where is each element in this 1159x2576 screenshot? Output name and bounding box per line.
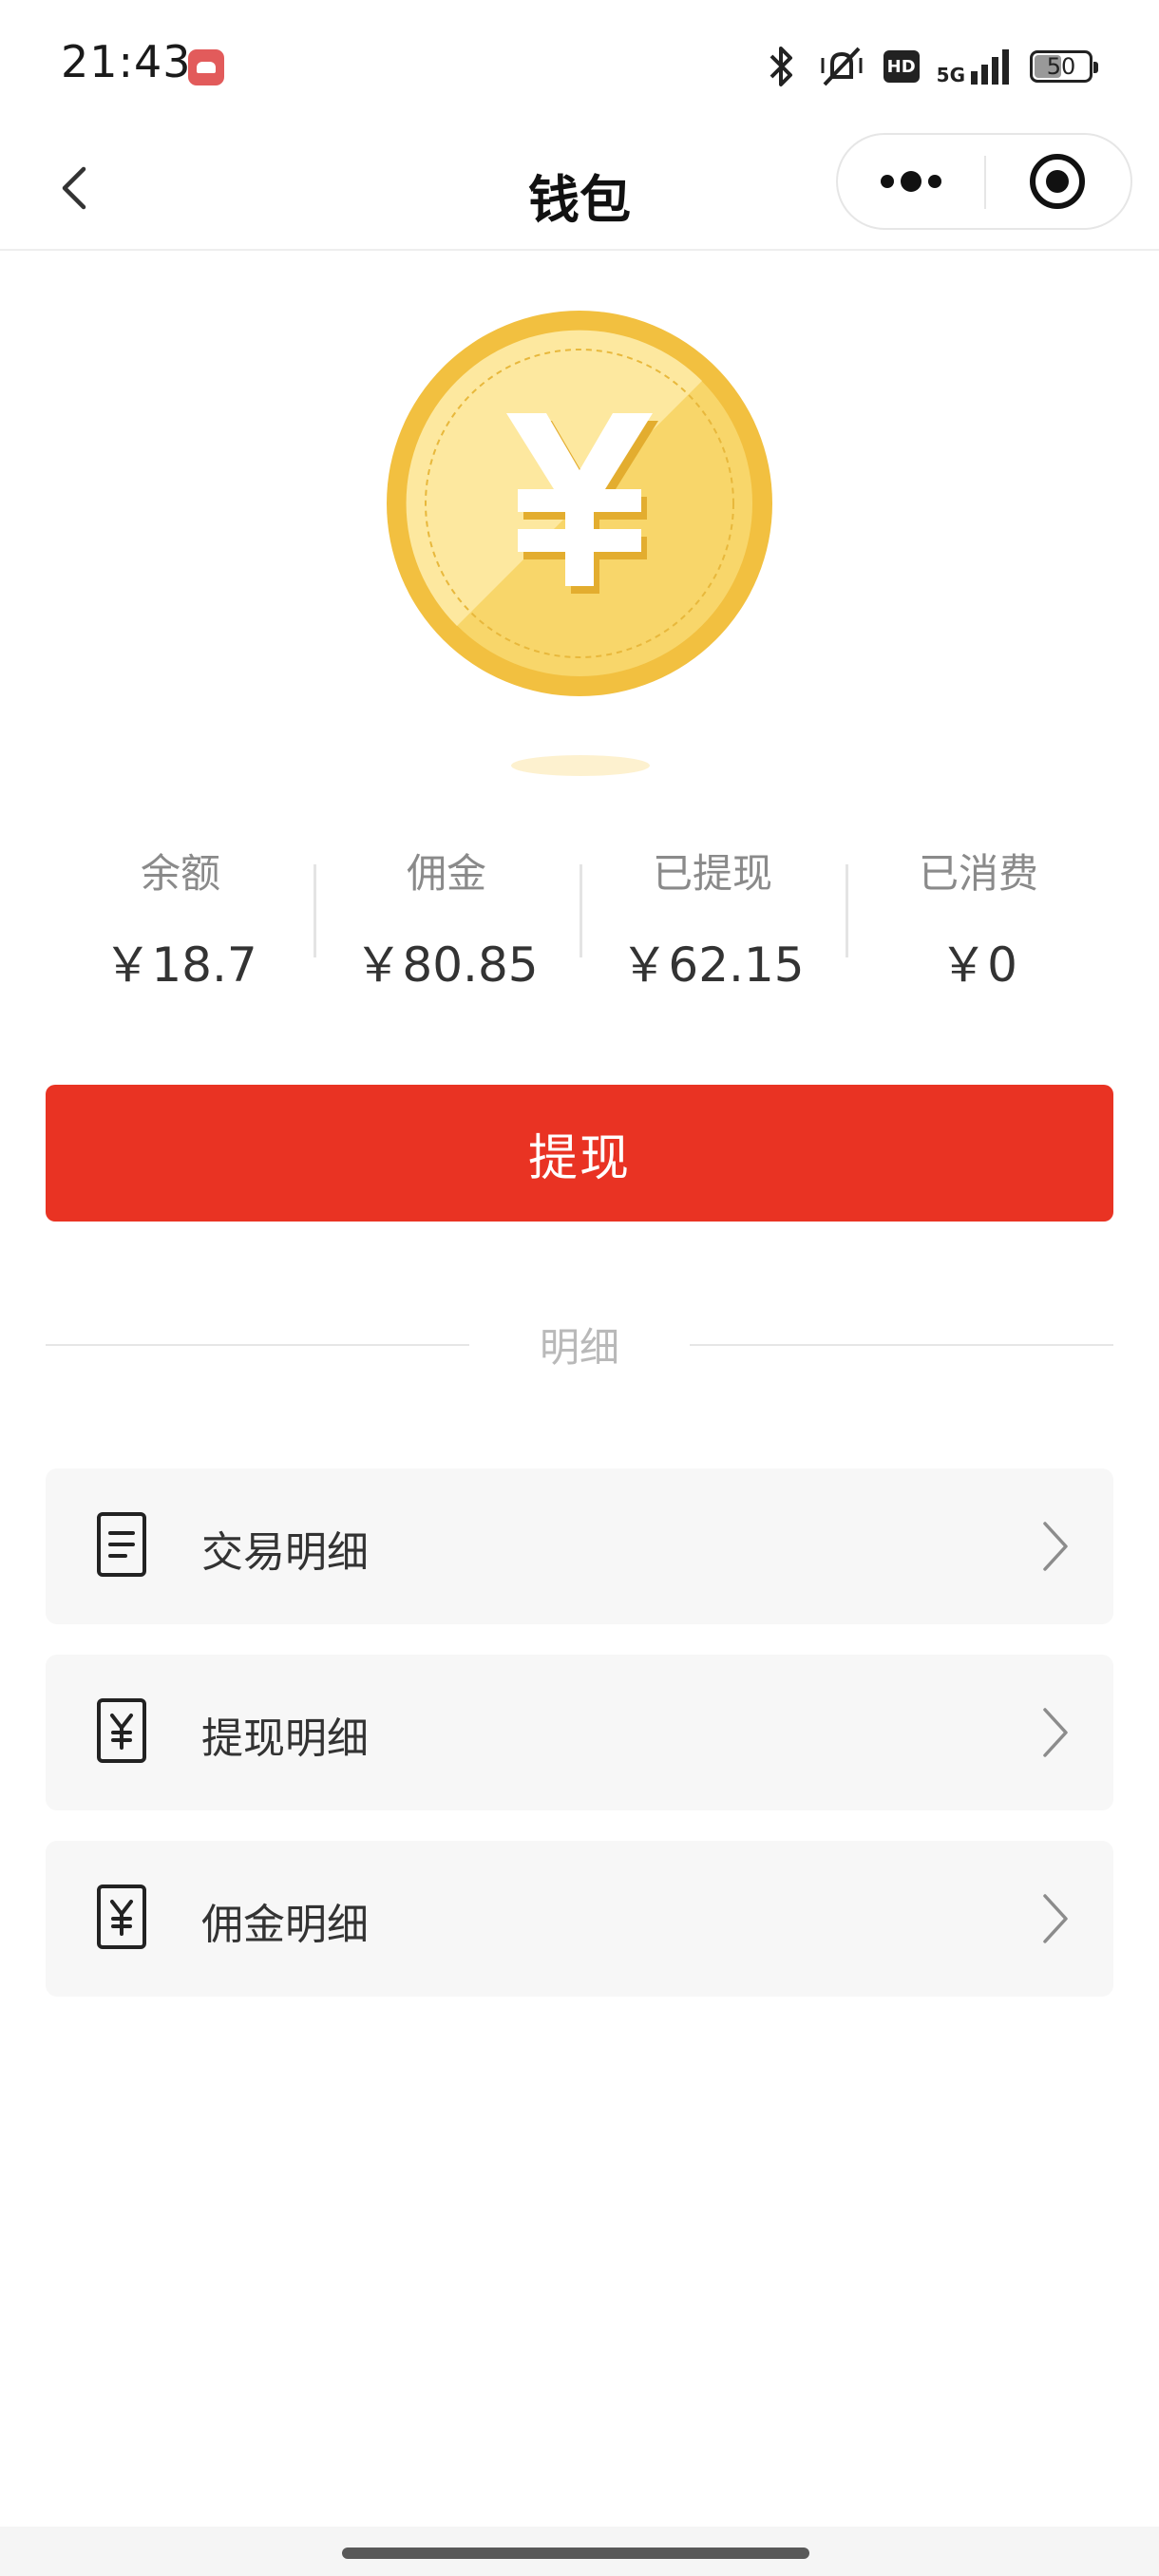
stat-label: 已消费	[918, 850, 1038, 897]
more-icon[interactable]	[838, 135, 985, 228]
status-bar: 21:43 HD 5G 50	[0, 0, 1159, 133]
bluetooth-icon	[770, 47, 792, 86]
stat-value: ￥62.15	[620, 938, 805, 993]
signal-indicator: 5G	[937, 48, 1013, 85]
detail-list: 交易明细 提现明细 佣金明细	[46, 1468, 1113, 2027]
detail-item-commission[interactable]: 佣金明细	[46, 1841, 1113, 1997]
chevron-right-icon	[1043, 1522, 1068, 1571]
detail-label: 提现明细	[201, 1714, 369, 1763]
coin-shadow	[511, 755, 650, 776]
mini-program-capsule	[836, 133, 1132, 230]
battery-indicator: 50	[1030, 50, 1098, 83]
document-icon	[97, 1512, 146, 1577]
app-notification-icon	[188, 49, 224, 85]
yen-receipt-icon	[97, 1885, 146, 1949]
section-divider: 明细	[46, 1316, 1113, 1373]
home-indicator[interactable]	[342, 2548, 809, 2559]
detail-item-transactions[interactable]: 交易明细	[46, 1468, 1113, 1624]
detail-label: 交易明细	[201, 1528, 369, 1577]
mute-vibrate-icon	[821, 47, 863, 86]
chevron-right-icon	[1043, 1708, 1068, 1757]
network-type: 5G	[936, 64, 965, 86]
yen-receipt-icon	[97, 1698, 146, 1763]
stat-label: 余额	[140, 850, 220, 897]
battery-level: 50	[1046, 53, 1076, 80]
close-target-icon[interactable]	[983, 135, 1130, 228]
withdraw-button[interactable]: 提现	[46, 1085, 1113, 1222]
signal-bars-icon	[971, 49, 1009, 85]
stat-commission: 佣金 ￥80.85	[314, 836, 580, 997]
stat-value: ￥80.85	[354, 938, 539, 993]
stat-value: ￥18.7	[104, 938, 257, 993]
hd-badge: HD	[883, 50, 920, 83]
stat-balance: 余额 ￥18.7	[48, 836, 314, 997]
stat-withdrawn: 已提现 ￥62.15	[580, 836, 846, 997]
stat-consumed: 已消费 ￥0	[846, 836, 1112, 997]
nav-bar: 钱包	[0, 133, 1159, 251]
detail-item-withdrawals[interactable]: 提现明细	[46, 1655, 1113, 1810]
status-time: 21:43	[61, 36, 192, 87]
wallet-stats: 余额 ￥18.7 佣金 ￥80.85 已提现 ￥62.15 已消费 ￥0	[48, 836, 1112, 997]
detail-label: 佣金明细	[201, 1901, 369, 1949]
status-icons: HD 5G 50	[762, 44, 1098, 89]
coin-icon	[387, 311, 772, 696]
chevron-right-icon	[1043, 1894, 1068, 1943]
stat-label: 已提现	[652, 850, 772, 897]
stat-value: ￥0	[940, 938, 1017, 993]
divider-line	[690, 1344, 1113, 1346]
stat-label: 佣金	[406, 850, 486, 897]
